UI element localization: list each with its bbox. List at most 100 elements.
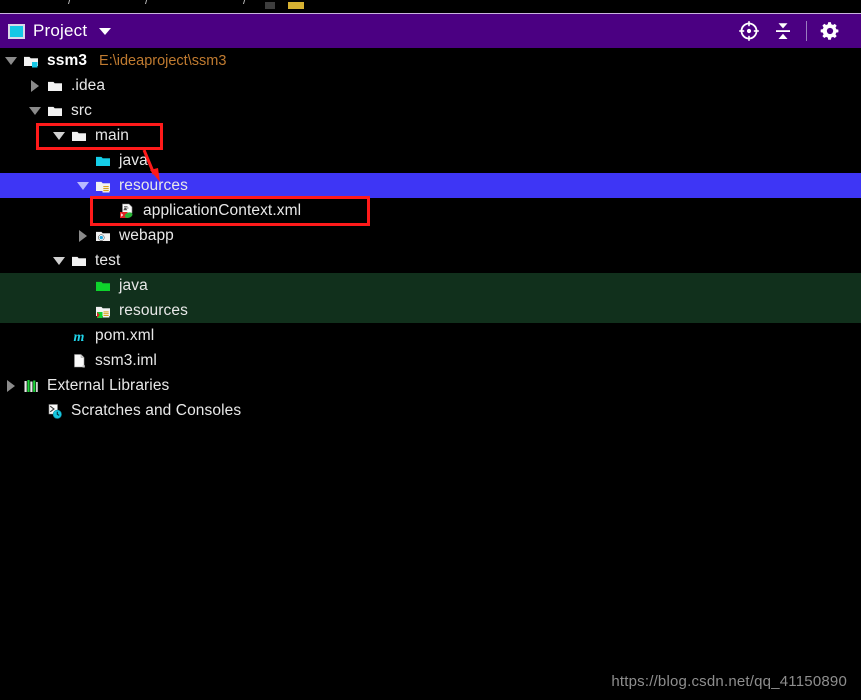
breadcrumb-fragment: / (243, 0, 246, 6)
libraries-icon (20, 373, 42, 398)
chevron-right-icon (7, 380, 15, 392)
toolbar-actions (732, 14, 861, 48)
breadcrumb-fragment: / (68, 0, 71, 6)
indent-spacer (0, 185, 74, 186)
maven-file-icon: m (68, 323, 90, 348)
indent-spacer (0, 285, 74, 286)
tree-row-ssm3-iml[interactable]: ssm3.iml (0, 348, 861, 373)
folder-icon (44, 98, 66, 123)
indent-spacer (0, 135, 50, 136)
indent-spacer (0, 110, 26, 111)
indent-spacer (0, 210, 98, 211)
tree-row-label: src (66, 102, 92, 120)
web-folder-icon (92, 223, 114, 248)
project-panel-icon (8, 24, 25, 39)
chevron-right-icon (79, 230, 87, 242)
tree-row-label: resources (114, 177, 188, 195)
collapse-all-icon[interactable] (766, 14, 800, 48)
folder-icon (68, 123, 90, 148)
expand-arrow-right-icon[interactable] (2, 373, 20, 398)
watermark-text: https://blog.csdn.net/qq_41150890 (611, 673, 847, 690)
expand-arrow-down-icon[interactable] (26, 98, 44, 123)
expand-arrow-down-icon[interactable] (2, 48, 20, 73)
scratches-icon (44, 398, 66, 423)
page-title: Project (33, 21, 87, 41)
toggle-placeholder (74, 273, 92, 298)
tree-row-label: main (90, 127, 129, 145)
tree-row-external-libraries[interactable]: External Libraries (0, 373, 861, 398)
toggle-placeholder (74, 148, 92, 173)
expand-arrow-down-icon[interactable] (50, 123, 68, 148)
tree-row-pom-xml[interactable]: m pom.xml (0, 323, 861, 348)
tree-row-label: External Libraries (42, 377, 169, 395)
locate-icon[interactable] (732, 14, 766, 48)
tree-row-main-java[interactable]: java (0, 148, 861, 173)
indent-spacer (0, 335, 50, 336)
chevron-down-icon (53, 132, 65, 140)
chevron-down-icon (77, 182, 89, 190)
chevron-down-icon[interactable] (99, 28, 111, 35)
tree-row-ssm3[interactable]: ssm3E:\ideaproject\ssm3 (0, 48, 861, 73)
expand-arrow-right-icon[interactable] (26, 73, 44, 98)
toggle-placeholder (98, 198, 116, 223)
chevron-down-icon (29, 107, 41, 115)
test-resources-folder-icon (92, 298, 114, 323)
toggle-placeholder (26, 398, 44, 423)
spring-config-file-icon (116, 198, 138, 223)
tree-row-label: ssm3.iml (90, 352, 157, 370)
tree-row-label: pom.xml (90, 327, 154, 345)
module-folder-icon (20, 48, 42, 73)
settings-gear-icon[interactable] (813, 14, 847, 48)
tree-row-scratches-and-consoles[interactable]: Scratches and Consoles (0, 398, 861, 423)
tree-row-main-resources[interactable]: resources (0, 173, 861, 198)
indent-spacer (0, 310, 74, 311)
tree-row-label: test (90, 252, 120, 270)
project-tool-window-header: Project (0, 13, 861, 48)
expand-arrow-down-icon[interactable] (50, 248, 68, 273)
tree-row-main[interactable]: main (0, 123, 861, 148)
indent-spacer (0, 85, 26, 86)
indent-spacer (0, 410, 26, 411)
source-folder-cyan-icon (92, 148, 114, 173)
tree-row-label: resources (114, 302, 188, 320)
indent-spacer (0, 235, 74, 236)
toggle-placeholder (74, 298, 92, 323)
module-path: E:\ideaproject\ssm3 (87, 53, 226, 69)
folder-icon (68, 248, 90, 273)
tree-row-application-context-xml[interactable]: applicationContext.xml (0, 198, 861, 223)
tree-row-label: java (114, 277, 148, 295)
tree-row-test[interactable]: test (0, 248, 861, 273)
breadcrumb-fragment: / (145, 0, 148, 6)
chevron-down-icon (53, 257, 65, 265)
toolbar-divider (806, 21, 807, 41)
tree-row-label: ssm3 (42, 52, 87, 70)
tree-row-test-java[interactable]: java (0, 273, 861, 298)
breadcrumb-chip (288, 2, 304, 9)
breadcrumb-chip (265, 2, 275, 9)
tree-row-test-resources[interactable]: resources (0, 298, 861, 323)
toggle-placeholder (50, 323, 68, 348)
cropped-breadcrumb-strip: / / / (0, 0, 861, 13)
iml-file-icon (68, 348, 90, 373)
project-title-group[interactable]: Project (0, 21, 111, 41)
tree-row-label: applicationContext.xml (138, 202, 301, 220)
chevron-down-icon (5, 57, 17, 65)
expand-arrow-down-icon[interactable] (74, 173, 92, 198)
folder-icon (44, 73, 66, 98)
indent-spacer (0, 360, 50, 361)
tree-row-idea[interactable]: .idea (0, 73, 861, 98)
tree-row-label: webapp (114, 227, 174, 245)
resources-folder-icon (92, 173, 114, 198)
chevron-right-icon (31, 80, 39, 92)
project-tree[interactable]: ssm3E:\ideaproject\ssm3 .idea src main java r… (0, 48, 861, 700)
tree-row-label: .idea (66, 77, 105, 95)
indent-spacer (0, 160, 74, 161)
tree-row-label: Scratches and Consoles (66, 402, 241, 420)
toggle-placeholder (50, 348, 68, 373)
test-source-folder-green-icon (92, 273, 114, 298)
indent-spacer (0, 260, 50, 261)
tree-row-webapp[interactable]: webapp (0, 223, 861, 248)
svg-text:m: m (74, 330, 85, 344)
tree-row-src[interactable]: src (0, 98, 861, 123)
expand-arrow-right-icon[interactable] (74, 223, 92, 248)
